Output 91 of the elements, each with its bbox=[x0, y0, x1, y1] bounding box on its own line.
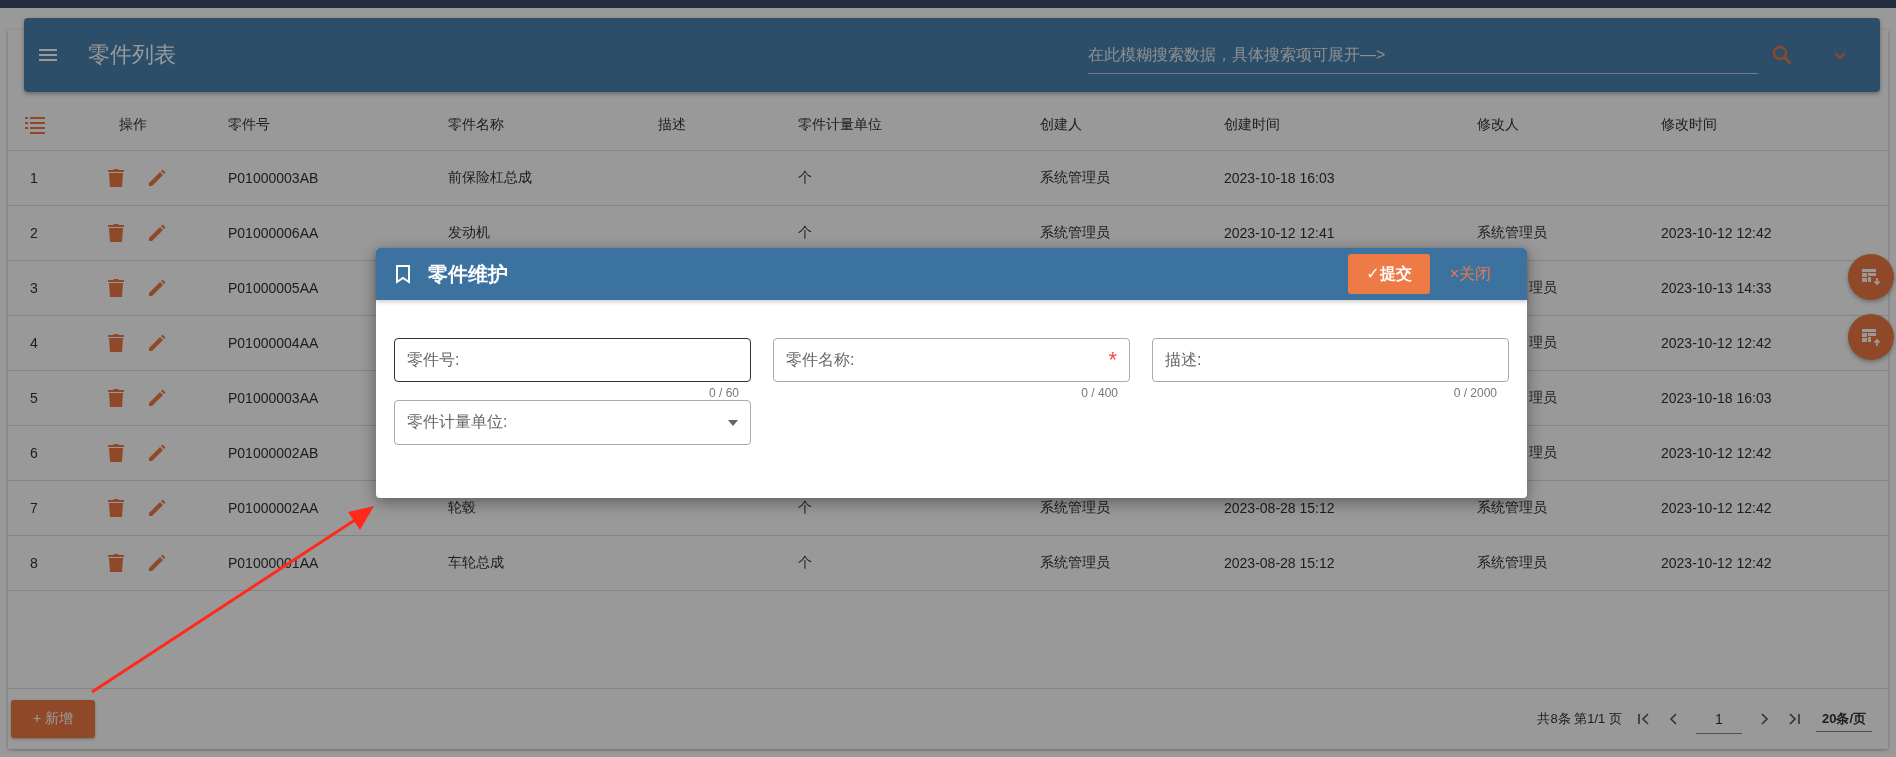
table-cell: 个 bbox=[798, 554, 812, 570]
text-field[interactable]: 描述: bbox=[1152, 338, 1509, 382]
table-cell: 系统管理员 bbox=[1040, 224, 1110, 240]
table-cell: 车轮总成 bbox=[448, 554, 504, 570]
column-header: 零件号 bbox=[228, 116, 271, 134]
table-cell: 2023-10-12 12:42 bbox=[1661, 445, 1772, 461]
trash-icon[interactable] bbox=[107, 443, 125, 463]
table-cell: 系统管理员 bbox=[1477, 499, 1547, 515]
table-cell: P01000002AB bbox=[228, 445, 319, 461]
trash-icon[interactable] bbox=[107, 333, 125, 353]
page-input[interactable]: 1 bbox=[1695, 704, 1742, 734]
table-cell: 2023-10-12 12:42 bbox=[1661, 500, 1772, 516]
page-summary: 共8条 第1/1 页 bbox=[1537, 710, 1622, 728]
text-field[interactable]: 零件号: bbox=[394, 338, 751, 382]
table-cell: 前保险杠总成 bbox=[448, 169, 532, 185]
trash-icon[interactable] bbox=[107, 388, 125, 408]
dropdown-arrow-icon bbox=[728, 419, 738, 426]
table-download-button[interactable] bbox=[1848, 254, 1894, 300]
row-number: 5 bbox=[30, 390, 38, 406]
trash-icon[interactable] bbox=[107, 223, 125, 243]
table-cell: 个 bbox=[798, 169, 812, 185]
character-counter: 0 / 400 bbox=[1081, 386, 1118, 400]
trash-icon[interactable] bbox=[107, 168, 125, 188]
row-number: 6 bbox=[30, 445, 38, 461]
pencil-icon[interactable] bbox=[147, 553, 167, 573]
table-cell: 2023-08-28 15:12 bbox=[1224, 555, 1335, 571]
pencil-icon[interactable] bbox=[147, 223, 167, 243]
table-cell: P01000004AA bbox=[228, 335, 319, 351]
table-cell: P01000005AA bbox=[228, 280, 319, 296]
table-cell: 2023-10-18 16:03 bbox=[1224, 170, 1335, 186]
trash-icon[interactable] bbox=[107, 553, 125, 573]
row-number: 2 bbox=[30, 225, 38, 241]
column-header: 修改人 bbox=[1477, 116, 1520, 134]
table-cell: P01000003AA bbox=[228, 390, 319, 406]
row-number: 4 bbox=[30, 335, 38, 351]
text-field[interactable]: 零件名称: * bbox=[773, 338, 1130, 382]
pencil-icon[interactable] bbox=[147, 333, 167, 353]
table-cell: 2023-10-18 16:03 bbox=[1661, 390, 1772, 406]
trash-icon[interactable] bbox=[107, 498, 125, 518]
required-mark: * bbox=[1108, 347, 1117, 373]
character-counter: 0 / 60 bbox=[708, 386, 739, 400]
table-cell: 2023-10-12 12:42 bbox=[1661, 555, 1772, 571]
table-cell: 系统管理员 bbox=[1040, 169, 1110, 185]
row-number: 1 bbox=[30, 170, 38, 186]
column-header: 零件名称 bbox=[448, 116, 505, 134]
table-cell: 理员 bbox=[1529, 444, 1557, 460]
table-upload-button[interactable] bbox=[1848, 314, 1894, 360]
table-cell: 发动机 bbox=[448, 224, 490, 240]
table-cell: 2023-10-12 12:42 bbox=[1661, 335, 1772, 351]
table-cell: 系统管理员 bbox=[1477, 224, 1547, 240]
table-cell: P01000006AA bbox=[228, 225, 319, 241]
column-header: 描述 bbox=[658, 116, 687, 134]
row-number: 3 bbox=[30, 280, 38, 296]
trash-icon[interactable] bbox=[107, 278, 125, 298]
row-number: 8 bbox=[30, 555, 38, 571]
table-cell: P01000003AB bbox=[228, 170, 319, 186]
select-field[interactable]: 零件计量单位: bbox=[394, 400, 751, 445]
character-counter: 0 / 2000 bbox=[1453, 386, 1497, 400]
table-cell: P01000002AA bbox=[228, 500, 319, 516]
table-cell: 理员 bbox=[1529, 279, 1557, 295]
pencil-icon[interactable] bbox=[147, 498, 167, 518]
table-cell: 个 bbox=[798, 224, 812, 240]
first-page-icon[interactable] bbox=[1635, 711, 1652, 727]
table-cell: 系统管理员 bbox=[1040, 554, 1110, 570]
pencil-icon[interactable] bbox=[147, 278, 167, 298]
column-header: 操作 bbox=[118, 116, 148, 134]
column-header: 零件计量单位 bbox=[798, 116, 883, 134]
table-cell: 轮毂 bbox=[448, 499, 476, 515]
search-field[interactable]: 在此模糊搜索数据，具体搜索项可展开—> bbox=[1088, 36, 1758, 74]
column-header: 创建人 bbox=[1040, 116, 1083, 134]
table-cell: 系统管理员 bbox=[1040, 499, 1110, 515]
table-cell: 个 bbox=[798, 499, 812, 515]
row-number: 7 bbox=[30, 500, 38, 516]
page-title: 零件列表 bbox=[88, 41, 176, 69]
pencil-icon[interactable] bbox=[147, 443, 167, 463]
pencil-icon[interactable] bbox=[147, 388, 167, 408]
bookmark-icon bbox=[394, 264, 412, 284]
search-icon[interactable] bbox=[1770, 43, 1794, 67]
column-header: 创建时间 bbox=[1224, 116, 1281, 134]
list-icon[interactable] bbox=[25, 116, 45, 134]
column-header: 修改时间 bbox=[1661, 116, 1718, 134]
table-cell: 理员 bbox=[1529, 334, 1557, 350]
table-cell: 系统管理员 bbox=[1477, 554, 1547, 570]
table-cell: 2023-10-12 12:42 bbox=[1661, 225, 1772, 241]
pencil-icon[interactable] bbox=[147, 168, 167, 188]
dialog-title: 零件维护 bbox=[428, 261, 508, 287]
table-cell: 理员 bbox=[1529, 389, 1557, 405]
table-cell: 2023-10-12 12:41 bbox=[1224, 225, 1335, 241]
page-size-select[interactable]: 20条/页 bbox=[1815, 706, 1872, 732]
table-cell: 2023-10-13 14:33 bbox=[1661, 280, 1772, 296]
table-cell: 2023-08-28 15:12 bbox=[1224, 500, 1335, 516]
